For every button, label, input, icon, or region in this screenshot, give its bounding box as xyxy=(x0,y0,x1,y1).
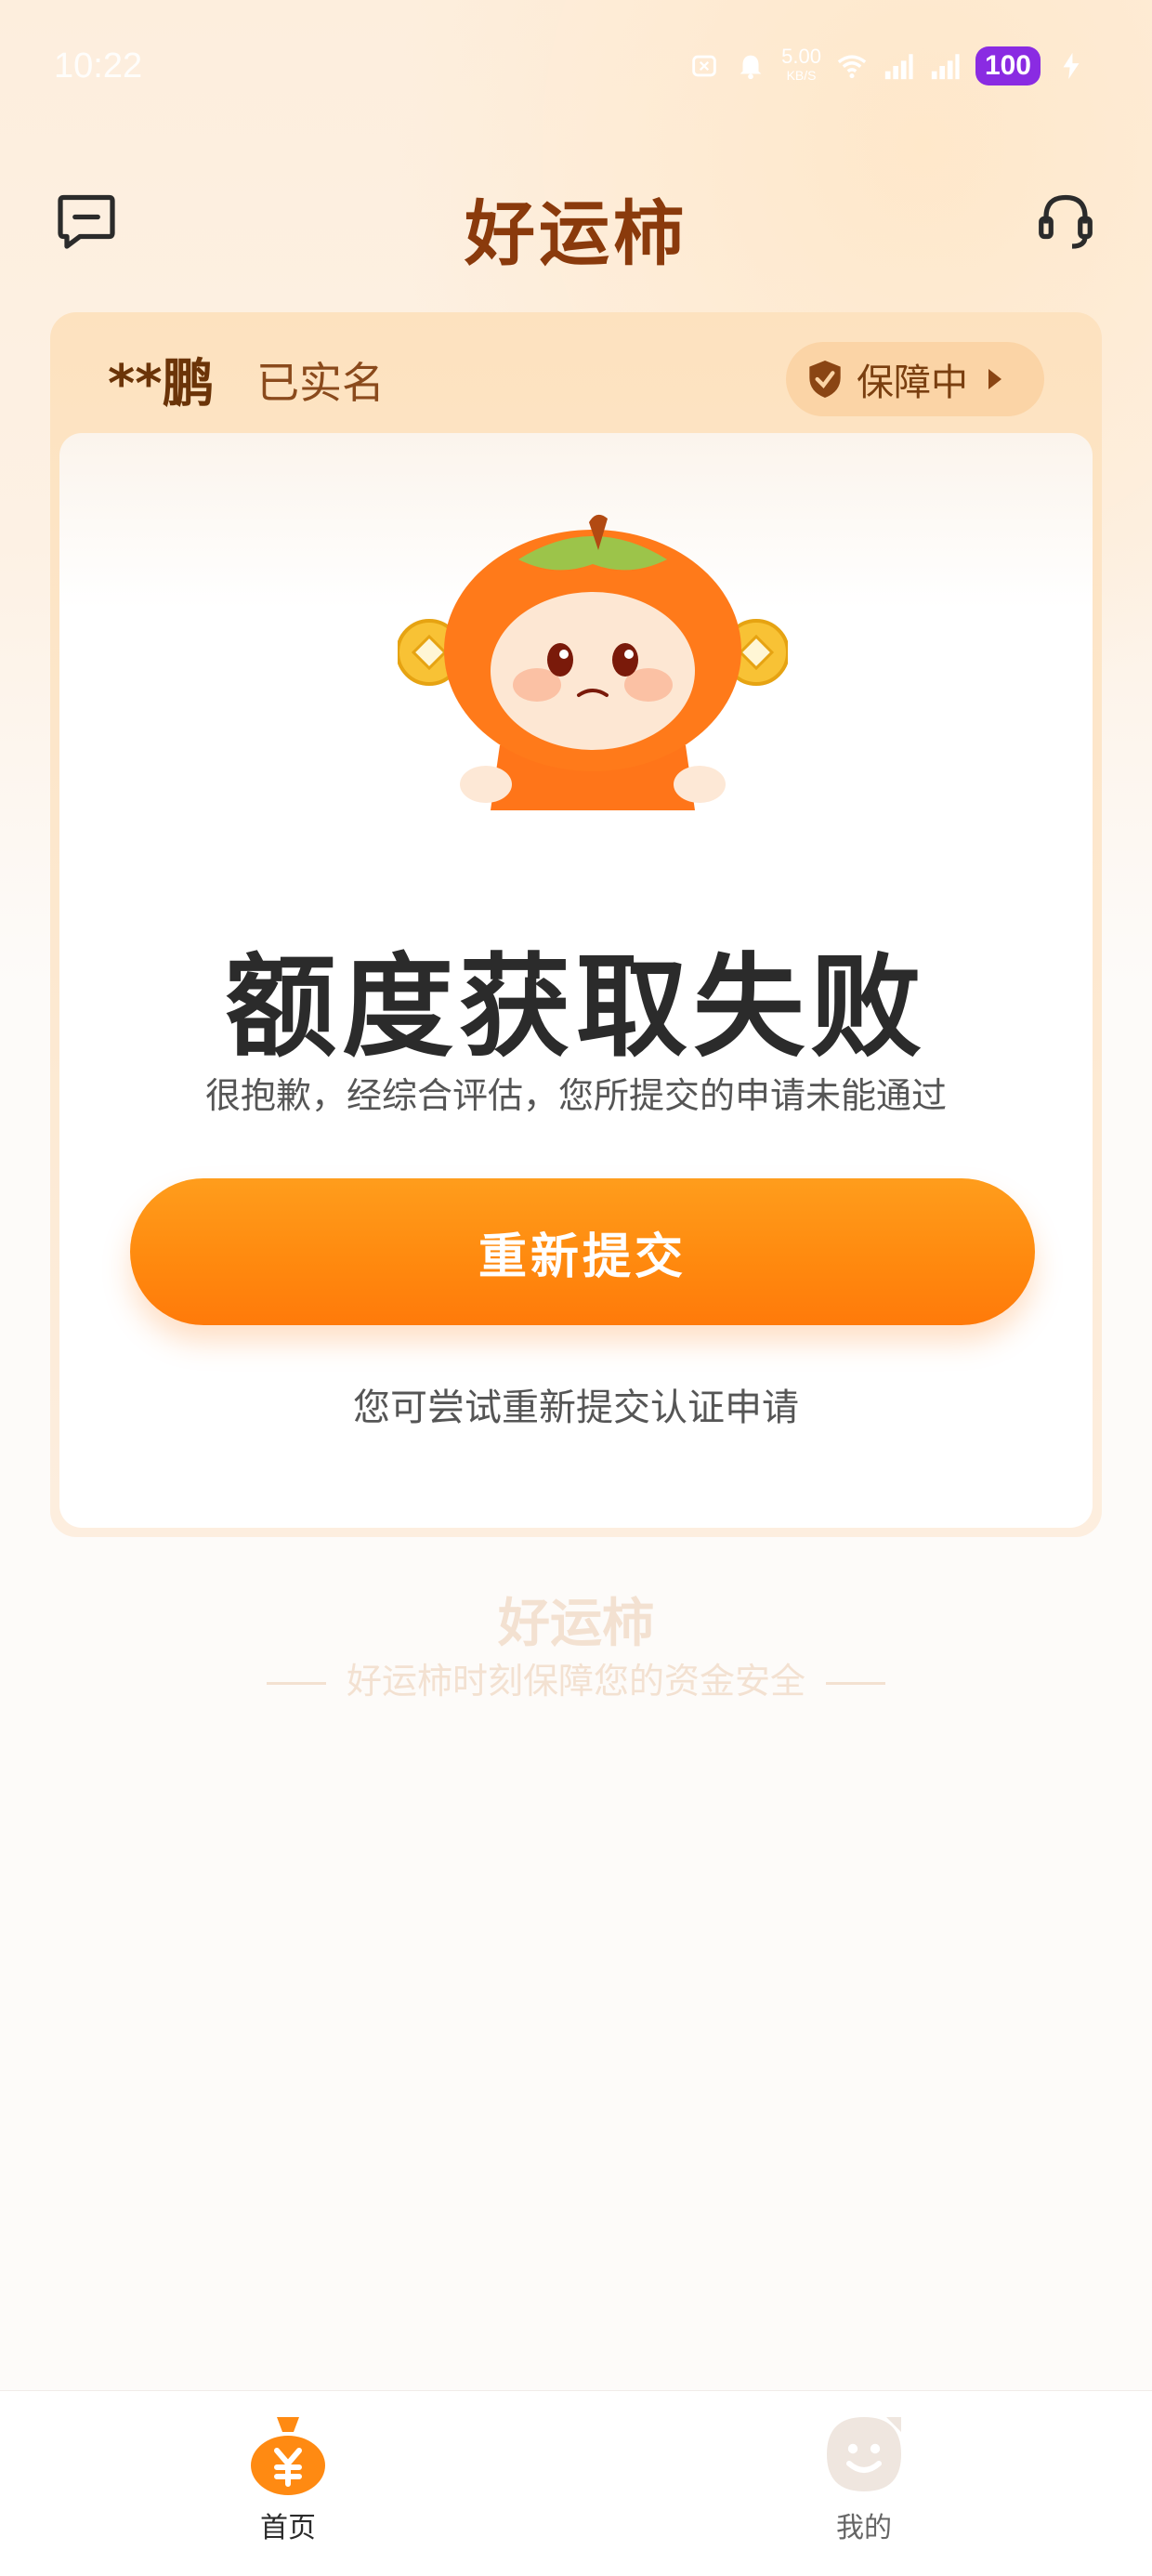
arrow-right-icon xyxy=(988,369,1001,389)
alarm-icon xyxy=(735,50,766,82)
network-speed-value: 5.00 xyxy=(781,45,821,68)
tab-home-label: 首页 xyxy=(260,2512,316,2544)
app-title: 好运柿 xyxy=(465,192,687,275)
resubmit-hint: 您可尝试重新提交认证申请 xyxy=(353,1387,799,1429)
signal-1-icon xyxy=(883,50,914,82)
signal-2-icon xyxy=(929,50,961,82)
result-description: 很抱歉，经综合评估，您所提交的申请未能通过 xyxy=(204,1075,947,1116)
tab-mine-label: 我的 xyxy=(836,2512,892,2544)
wifi-icon xyxy=(836,50,868,82)
shield-icon xyxy=(806,359,844,400)
protection-label: 保障中 xyxy=(857,361,968,404)
divider-line-right xyxy=(826,1682,885,1685)
persimmon-mascot-image xyxy=(396,513,790,820)
divider-line-left xyxy=(266,1682,326,1685)
bottom-tab-bar: 首页 我的 xyxy=(0,2390,1152,2576)
result-title: 额度获取失败 xyxy=(225,943,927,1072)
protection-button[interactable]: 保障中 xyxy=(786,342,1044,416)
nfc-icon xyxy=(688,50,720,82)
status-time: 10:22 xyxy=(54,46,143,85)
network-speed-unit: KB/S xyxy=(786,68,817,83)
profile-face-icon xyxy=(819,2410,909,2499)
tab-home[interactable]: 首页 xyxy=(195,2410,381,2549)
charging-icon xyxy=(1055,50,1087,82)
result-card: 额度获取失败 很抱歉，经综合评估，您所提交的申请未能通过 重新提交 您可尝试重新… xyxy=(59,433,1093,1528)
resubmit-button[interactable]: 重新提交 xyxy=(130,1178,1035,1325)
status-bar: 10:22 5.00 KB/S 100 xyxy=(0,0,1152,139)
app-header: 好运柿 xyxy=(0,167,1152,275)
watermark-brand: 好运柿 xyxy=(498,1594,654,1654)
user-name: **鹏 xyxy=(108,354,215,414)
tab-mine[interactable]: 我的 xyxy=(771,2410,957,2549)
watermark-slogan: 好运柿时刻保障您的资金安全 xyxy=(0,1652,1152,1703)
money-bag-icon xyxy=(243,2410,333,2499)
verification-status: 已实名 xyxy=(256,358,385,408)
headset-icon[interactable] xyxy=(1033,188,1098,253)
battery-level: 100 xyxy=(975,46,1041,85)
network-speed: 5.00 KB/S xyxy=(781,45,821,85)
watermark-slogan-text: 好运柿时刻保障您的资金安全 xyxy=(346,1661,805,1702)
user-card: **鹏 已实名 保障中 额度获取失败 很抱歉，经综合评估，您所提交的申请未能通过… xyxy=(50,312,1102,1537)
status-icons: 5.00 KB/S 100 xyxy=(688,46,1087,85)
